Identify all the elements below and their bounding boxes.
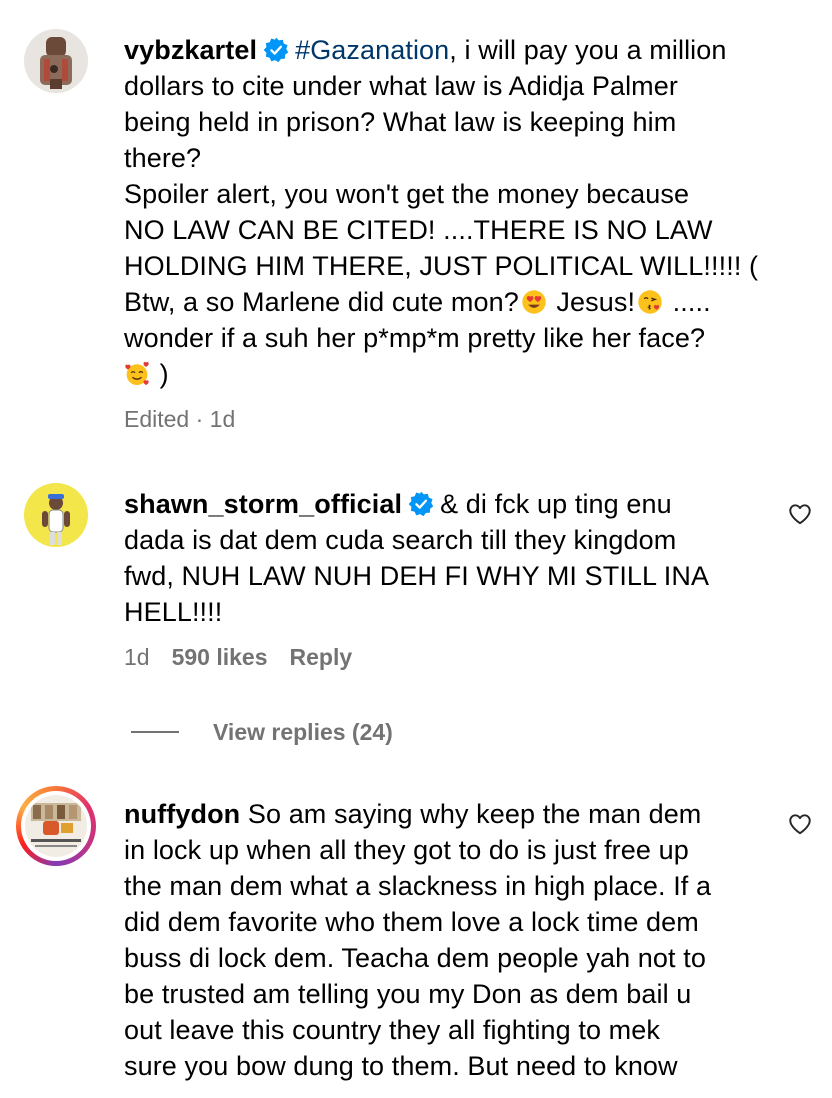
verified-badge-icon (263, 37, 289, 63)
comment-line: in lock up when all they got to do is ju… (124, 835, 689, 865)
comment-line: So am saying why keep the man dem (240, 799, 702, 829)
comment-meta: Edited · 1d (124, 406, 236, 432)
avatar-image (25, 795, 87, 857)
username[interactable]: nuffydon (124, 799, 240, 829)
smiling-hearts-emoji-icon (125, 362, 149, 386)
comment-line: be trusted am telling you my Don as dem … (124, 979, 692, 1009)
comment-line: buss di lock dem. Teacha dem people yah … (124, 943, 706, 973)
comment-line: being held in prison? What law is keepin… (124, 107, 677, 137)
comment-meta: 1d 590 likes Reply (124, 644, 352, 671)
avatar (25, 795, 87, 857)
kissing-heart-emoji-icon (638, 290, 662, 314)
comment-line: did dem favorite who them love a lock ti… (124, 907, 699, 937)
comment-line: dada is dat dem cuda search till they ki… (124, 525, 677, 555)
like-heart-icon[interactable] (787, 501, 813, 527)
comment-line: Btw, a so Marlene did cute mon? (124, 287, 519, 317)
comment-line: sure you bow dung to them. But need to k… (124, 1051, 678, 1081)
likes-count[interactable]: 590 likes (172, 644, 268, 670)
comment-line: HELL!!!! (124, 597, 223, 627)
comment-text: shawn_storm_official & di fck up ting enu… (124, 486, 774, 630)
replies-divider (131, 731, 179, 733)
avatar-story-ring[interactable] (16, 786, 96, 866)
like-heart-icon[interactable] (787, 811, 813, 837)
username[interactable]: shawn_storm_official (124, 489, 402, 519)
comment-line: fwd, NUH LAW NUH DEH FI WHY MI STILL INA (124, 561, 710, 591)
comment-line: NO LAW CAN BE CITED! ....THERE IS NO LAW (124, 215, 713, 245)
avatar-image (24, 29, 88, 93)
comment-line: HOLDING HIM THERE, JUST POLITICAL WILL!!… (124, 251, 759, 281)
comment-line: Jesus! (548, 287, 636, 317)
heart-eyes-emoji-icon (522, 290, 546, 314)
view-replies-button[interactable]: View replies (24) (131, 716, 393, 748)
comment-line: there? (124, 143, 202, 173)
avatar[interactable] (24, 483, 88, 547)
comment-line: , i will pay you a million (449, 35, 727, 65)
avatar[interactable] (24, 29, 88, 93)
reply-button[interactable]: Reply (290, 644, 353, 670)
comment-line: ..... (665, 287, 711, 317)
view-replies-label: View replies (24) (213, 718, 393, 745)
username[interactable]: vybzkartel (124, 35, 257, 65)
comment-line: out leave this country they all fighting… (124, 1015, 660, 1045)
comment-line: Spoiler alert, you won't get the money b… (124, 179, 690, 209)
comment-time: 1d (124, 644, 150, 670)
comment-line: the man dem what a slackness in high pla… (124, 871, 712, 901)
comment-line: & di fck up ting enu (440, 489, 672, 519)
comment-text: vybzkartel #Gazanation, i will pay you a … (124, 32, 774, 392)
verified-badge-icon (408, 491, 434, 517)
comment-line: wonder if a suh her p*mp*m pretty like h… (124, 323, 706, 353)
hashtag-link[interactable]: #Gazanation (295, 35, 449, 65)
comment-text: nuffydon So am saying why keep the man d… (124, 796, 774, 1084)
comment-line: ) (152, 359, 169, 389)
avatar-image (24, 483, 88, 547)
comment-line: dollars to cite under what law is Adidja… (124, 71, 678, 101)
